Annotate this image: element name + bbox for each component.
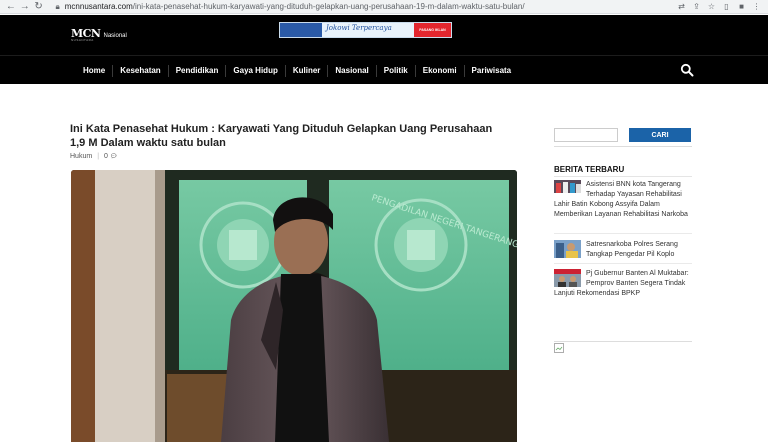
heading-divider — [554, 176, 692, 177]
comment-icon[interactable]: 💬︎ — [110, 153, 118, 160]
banner-text: Jokowi Terpercaya — [326, 24, 392, 32]
article-meta: Hukum | 0 💬︎ — [70, 153, 118, 160]
nav-item-home[interactable]: Home — [76, 65, 112, 77]
meta-separator: | — [97, 153, 100, 160]
main-menu: Home Kesehatan Pendidikan Gaya Hidup Kuliner… — [76, 56, 518, 85]
article-category-link[interactable]: Hukum — [70, 153, 92, 160]
url-text: mcnnusantara.com/ini-kata-penasehat-huku… — [64, 2, 525, 11]
sidebar-search-input[interactable] — [554, 128, 618, 142]
browser-toolbar: ← → ↻ 🔒︎ mcnnusantara.com/ini-kata-penas… — [0, 0, 768, 14]
latest-news-heading: BERITA TERBARU — [554, 165, 625, 174]
lock-icon: 🔒︎ — [55, 1, 60, 11]
logo-text: Nasional — [103, 33, 127, 39]
main-navbar: Home Kesehatan Pendidikan Gaya Hidup Kuliner… — [0, 55, 768, 84]
menu-dots-icon[interactable]: ⋮ — [749, 2, 764, 11]
news-item[interactable]: Satresnarkoba Polres Serang Tangkap Peng… — [554, 240, 694, 260]
forward-arrow-icon[interactable]: → — [18, 0, 32, 14]
comment-count[interactable]: 0 — [104, 153, 108, 160]
news-thumbnail[interactable] — [554, 269, 581, 287]
logo-subtext: NUSANTARA — [71, 38, 94, 42]
news-thumbnail[interactable] — [554, 180, 581, 193]
article-photo-image: PENGADILAN NEGERI TANGERANG — [71, 170, 517, 442]
nav-item-pariwisata[interactable]: Pariwisata — [463, 64, 519, 77]
sidebar-icon[interactable]: ▯ — [719, 2, 734, 11]
sidebar-ad-placeholder[interactable] — [554, 341, 692, 353]
nav-item-pendidikan[interactable]: Pendidikan — [167, 64, 226, 77]
header-ad-banner[interactable]: Jokowi Terpercaya PASANG IKLAN — [279, 22, 452, 38]
news-divider — [554, 263, 692, 264]
article-title: Ini Kata Penasehat Hukum : Karyawati Yan… — [70, 123, 493, 149]
sidebar-search-button[interactable]: CARI — [629, 128, 691, 142]
nav-item-kesehatan[interactable]: Kesehatan — [112, 64, 167, 77]
news-item[interactable]: Pj Gubernur Banten Al Muktabar: Pemprov … — [554, 269, 694, 299]
translate-icon[interactable]: ⇄ — [674, 2, 689, 11]
broken-image-icon — [554, 343, 564, 353]
nav-item-gaya-hidup[interactable]: Gaya Hidup — [225, 64, 284, 77]
news-thumbnail[interactable] — [554, 240, 581, 258]
nav-item-politik[interactable]: Politik — [375, 64, 415, 77]
extension-icon[interactable]: ■ — [734, 2, 749, 11]
banner-image-left — [280, 23, 322, 37]
nav-item-kuliner[interactable]: Kuliner — [284, 64, 328, 77]
address-bar[interactable]: 🔒︎ mcnnusantara.com/ini-kata-penasehat-h… — [55, 1, 674, 13]
nav-item-nasional[interactable]: Nasional — [327, 64, 375, 77]
news-item-text[interactable]: Satresnarkoba Polres Serang Tangkap Peng… — [586, 241, 678, 258]
article-photo: PENGADILAN NEGERI TANGERANG — [71, 170, 517, 442]
back-arrow-icon[interactable]: ← — [4, 0, 18, 14]
search-icon[interactable] — [680, 63, 694, 77]
reload-icon[interactable]: ↻ — [32, 0, 46, 14]
sidebar-divider — [554, 146, 692, 147]
nav-item-ekonomi[interactable]: Ekonomi — [414, 64, 464, 77]
news-divider — [554, 233, 692, 234]
bookmark-star-icon[interactable]: ☆ — [704, 2, 719, 11]
news-item[interactable]: Asistensi BNN kota Tangerang Terhadap Ya… — [554, 180, 694, 220]
banner-cta-button[interactable]: PASANG IKLAN — [414, 23, 451, 37]
share-icon[interactable]: ⇪ — [689, 2, 704, 11]
